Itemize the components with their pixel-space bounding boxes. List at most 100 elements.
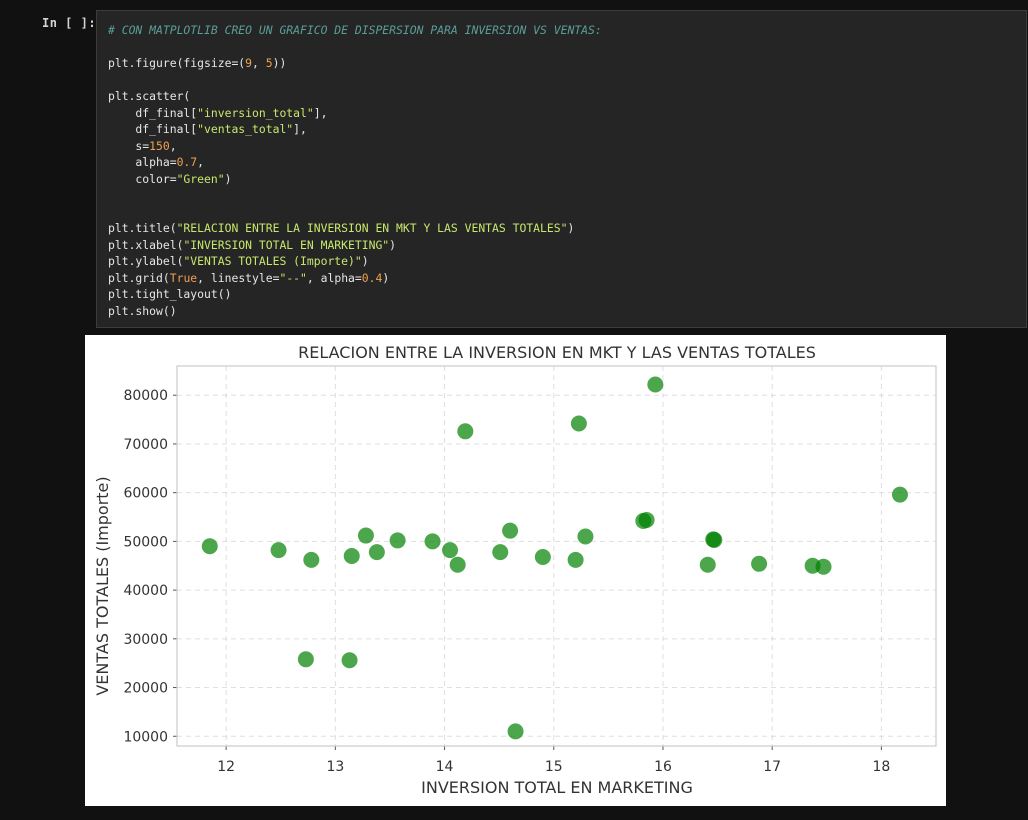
x-tick-label: 12 bbox=[217, 759, 235, 775]
x-ticks: 12 13 14 15 16 17 18 bbox=[217, 746, 890, 775]
code-token: df_final[ bbox=[108, 105, 198, 120]
scatter-point bbox=[534, 548, 551, 565]
scatter-point bbox=[638, 511, 655, 528]
scatter-point bbox=[442, 542, 459, 559]
scatter-point bbox=[201, 538, 218, 555]
code-line: plt.figure(figsize=(9, 5)) bbox=[108, 55, 602, 72]
y-tick-label: 70000 bbox=[123, 437, 168, 453]
scatter-point bbox=[570, 415, 587, 432]
scatter-points bbox=[201, 376, 908, 740]
code-token: , bbox=[252, 56, 266, 70]
code-token: plt.tight_layout() bbox=[108, 287, 232, 301]
code-token: plt.xlabel( bbox=[108, 237, 184, 252]
code-token: ) bbox=[389, 237, 397, 252]
code-line: # CON MATPLOTLIB CREO UN GRAFICO DE DISP… bbox=[108, 22, 602, 39]
y-tick-label: 50000 bbox=[123, 534, 168, 550]
scatter-point bbox=[449, 556, 466, 573]
code-token: # CON MATPLOTLIB CREO UN GRAFICO DE DISP… bbox=[108, 23, 602, 37]
cell-output: RELACION ENTRE LA INVERSION EN MKT Y LAS… bbox=[85, 335, 946, 806]
plot-frame bbox=[176, 365, 937, 747]
scatter-point bbox=[424, 533, 441, 550]
scatter-point bbox=[492, 544, 509, 561]
code-token: ) bbox=[382, 270, 390, 285]
y-tick-label: 20000 bbox=[123, 681, 168, 697]
code-token: , linestyle= bbox=[197, 270, 280, 285]
y-tick-label: 30000 bbox=[123, 632, 168, 648]
code-token: df_final[ bbox=[108, 122, 198, 136]
y-tick-label: 10000 bbox=[123, 729, 168, 745]
code-line: plt.show() bbox=[108, 303, 602, 320]
scatter-point bbox=[303, 551, 320, 568]
code-editor[interactable]: # CON MATPLOTLIB CREO UN GRAFICO DE DISP… bbox=[108, 22, 602, 319]
code-token: 5 bbox=[265, 56, 273, 70]
scatter-point bbox=[699, 556, 716, 573]
scatter-point bbox=[891, 486, 908, 503]
chart-title: RELACION ENTRE LA INVERSION EN MKT Y LAS… bbox=[298, 343, 816, 362]
code-token: ], bbox=[313, 105, 328, 120]
scatter-point bbox=[389, 532, 406, 549]
scatter-point bbox=[567, 551, 584, 568]
scatter-point bbox=[357, 527, 374, 544]
scatter-point bbox=[815, 558, 832, 575]
scatter-point bbox=[457, 423, 474, 440]
y-tick-label: 40000 bbox=[123, 583, 168, 599]
code-token: plt.title( bbox=[108, 221, 177, 235]
code-token: plt.ylabel( bbox=[108, 254, 184, 268]
x-tick-label: 18 bbox=[872, 759, 890, 775]
code-token: "Green" bbox=[176, 171, 225, 186]
x-tick-label: 15 bbox=[545, 759, 563, 775]
code-token: ) bbox=[567, 221, 575, 235]
x-tick-label: 16 bbox=[654, 759, 672, 775]
code-token: "inversion_total" bbox=[197, 105, 314, 120]
code-line: plt.title("RELACION ENTRE LA INVERSION E… bbox=[108, 220, 602, 237]
scatter-point bbox=[647, 376, 664, 393]
scatter-point bbox=[270, 542, 287, 559]
code-token: ) bbox=[224, 171, 232, 186]
scatter-point bbox=[706, 531, 723, 548]
code-token: 0.7 bbox=[176, 155, 198, 169]
code-cell[interactable]: # CON MATPLOTLIB CREO UN GRAFICO DE DISP… bbox=[96, 10, 1027, 328]
code-token: 9 bbox=[245, 56, 253, 70]
code-token: , alpha= bbox=[306, 270, 362, 285]
code-token: ], bbox=[293, 122, 307, 136]
code-line: alpha=0.7, bbox=[108, 154, 602, 171]
code-line: plt.grid(True, linestyle="--", alpha=0.4… bbox=[108, 270, 602, 287]
scatter-point bbox=[343, 548, 360, 564]
x-tick-label: 17 bbox=[763, 759, 781, 775]
code-token: color= bbox=[108, 171, 177, 186]
code-line: plt.scatter( bbox=[108, 88, 602, 105]
code-token: "VENTAS TOTALES (Importe)" bbox=[183, 254, 362, 268]
scatter-point bbox=[368, 544, 385, 561]
scatter-point bbox=[502, 522, 519, 539]
scatter-chart: RELACION ENTRE LA INVERSION EN MKT Y LAS… bbox=[93, 343, 937, 797]
scatter-point bbox=[341, 652, 358, 669]
scatter-point bbox=[577, 528, 594, 545]
code-line: s=150, bbox=[108, 138, 602, 155]
code-token: "INVERSION TOTAL EN MARKETING" bbox=[183, 237, 390, 252]
y-axis-label: VENTAS TOTALES (Importe) bbox=[93, 476, 112, 695]
code-line: plt.tight_layout() bbox=[108, 286, 602, 303]
y-ticks: 10000 20000 30000 40000 50000 60000 70000 80000 bbox=[123, 388, 177, 745]
code-line: plt.xlabel("INVERSION TOTAL EN MARKETING… bbox=[108, 237, 602, 254]
x-tick-label: 13 bbox=[326, 759, 344, 775]
y-tick-label: 60000 bbox=[123, 486, 168, 502]
cell-prompt: In [ ]: bbox=[42, 16, 97, 30]
x-tick-label: 14 bbox=[436, 759, 454, 775]
code-token: s= bbox=[108, 138, 150, 153]
code-token: True bbox=[169, 270, 198, 285]
code-line: df_final["ventas_total"], bbox=[108, 121, 602, 138]
code-line: df_final["inversion_total"], bbox=[108, 105, 602, 122]
code-token: "ventas_total" bbox=[197, 122, 294, 136]
code-token: plt.grid( bbox=[108, 270, 170, 285]
scatter-point bbox=[507, 723, 524, 740]
code-token: 150 bbox=[149, 138, 170, 153]
code-token: plt.show() bbox=[108, 303, 177, 318]
grid-lines bbox=[177, 366, 936, 746]
code-token: plt.figure(figsize=( bbox=[108, 56, 246, 70]
code-token: "--" bbox=[279, 270, 307, 285]
code-token: ) bbox=[361, 254, 369, 268]
code-token: , bbox=[169, 138, 177, 153]
